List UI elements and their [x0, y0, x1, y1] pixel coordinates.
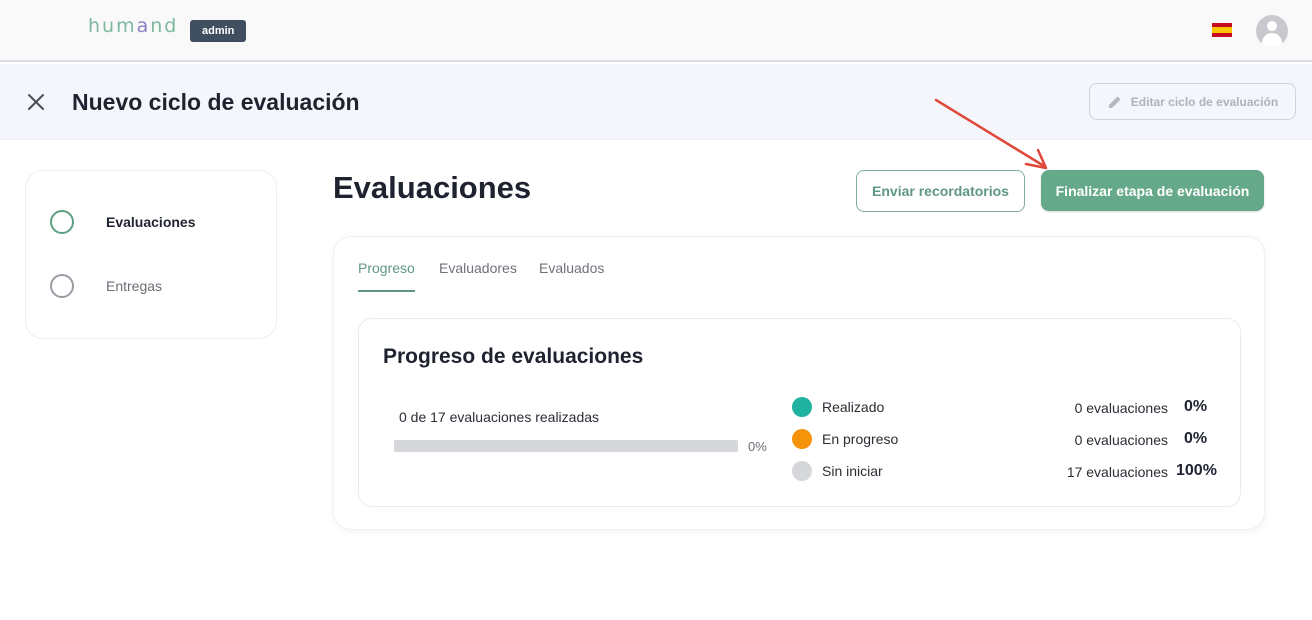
- steps-panel: Evaluaciones Entregas: [25, 170, 277, 339]
- step-label: Entregas: [106, 278, 163, 294]
- pencil-icon: [1108, 96, 1121, 108]
- progress-title: Progreso de evaluaciones: [383, 345, 644, 368]
- legend-row-en-progreso: En progreso 0 evaluaciones 0%: [792, 429, 1222, 451]
- legend-percent: 0%: [1184, 398, 1208, 415]
- legend-dot: [792, 397, 812, 417]
- legend-name: Sin iniciar: [822, 463, 883, 479]
- legend-percent: 100%: [1176, 462, 1217, 479]
- legend-count: 17 evaluaciones: [1066, 464, 1168, 480]
- legend-name: Realizado: [822, 399, 885, 415]
- page-title: Nuevo ciclo de evaluación: [72, 89, 360, 115]
- tab-evaluados[interactable]: Evaluados: [539, 260, 604, 276]
- logo-text-part1: hum: [88, 15, 137, 37]
- tab-evaluadores[interactable]: Evaluadores: [439, 260, 517, 276]
- legend-count: 0 evaluaciones: [1074, 432, 1168, 448]
- humand-logo[interactable]: humand: [88, 15, 178, 37]
- legend-percent: 0%: [1184, 430, 1208, 447]
- tab-progreso[interactable]: Progreso: [358, 260, 415, 276]
- logo-text-part3: nd: [150, 15, 179, 37]
- legend-count: 0 evaluaciones: [1074, 400, 1168, 416]
- step-label: Evaluaciones: [106, 214, 196, 230]
- finalize-stage-button[interactable]: Finalizar etapa de evaluación: [1041, 170, 1264, 211]
- top-bar: humand admin: [0, 0, 1312, 62]
- spain-flag-icon[interactable]: [1212, 23, 1232, 37]
- close-icon[interactable]: [24, 90, 48, 114]
- step-status-icon: [50, 274, 74, 298]
- evaluations-card: Progreso Evaluadores Evaluados Progreso …: [333, 236, 1265, 530]
- progress-bar-percent: 0%: [748, 439, 767, 454]
- send-reminders-button[interactable]: Enviar recordatorios: [856, 170, 1025, 212]
- legend-row-sin-iniciar: Sin iniciar 17 evaluaciones 100%: [792, 461, 1222, 483]
- section-title: Evaluaciones: [333, 170, 532, 205]
- user-avatar[interactable]: [1256, 15, 1288, 47]
- step-entregas[interactable]: Entregas: [50, 274, 162, 298]
- edit-cycle-label: Editar ciclo de evaluación: [1130, 94, 1279, 109]
- legend-row-realizado: Realizado 0 evaluaciones 0%: [792, 397, 1222, 419]
- logo-text-part2: a: [136, 15, 151, 37]
- progress-summary: 0 de 17 evaluaciones realizadas: [399, 409, 600, 425]
- step-evaluaciones[interactable]: Evaluaciones: [50, 210, 196, 234]
- edit-cycle-button[interactable]: Editar ciclo de evaluación: [1089, 83, 1296, 120]
- header-band: Nuevo ciclo de evaluación Editar ciclo d…: [0, 64, 1312, 140]
- active-tab-indicator: [358, 290, 415, 292]
- admin-badge: admin: [190, 20, 247, 42]
- step-status-icon: [50, 210, 74, 234]
- legend-name: En progreso: [822, 431, 899, 447]
- progress-card: Progreso de evaluaciones 0 de 17 evaluac…: [358, 318, 1241, 507]
- legend-dot: [792, 461, 812, 481]
- legend-dot: [792, 429, 812, 449]
- progress-bar: [394, 440, 738, 452]
